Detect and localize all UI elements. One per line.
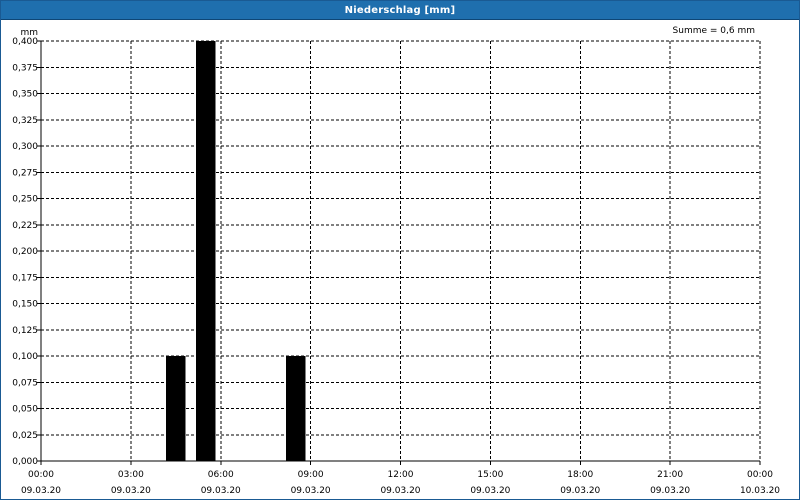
x-tick-time: 09:00 [298,470,324,480]
x-tick-date: 09.03.20 [380,486,420,496]
x-tick-date: 09.03.20 [201,486,241,496]
y-tick-label: 0,000 [12,457,38,467]
x-tick-time: 00:00 [747,470,773,480]
x-tick-time: 00:00 [28,470,54,480]
y-tick-label: 0,275 [12,168,38,178]
y-tick-label: 0,400 [12,37,38,47]
y-tick-label: 0,025 [12,431,38,441]
x-tick-date: 09.03.20 [470,486,510,496]
x-tick-date: 09.03.20 [291,486,331,496]
y-tick-label: 0,100 [12,352,38,362]
y-tick-label: 0,075 [12,378,38,388]
precipitation-bar [195,41,216,461]
y-tick-label: 0,325 [12,116,38,126]
y-tick-label: 0,300 [12,142,38,152]
x-tick-time: 03:00 [118,470,144,480]
y-tick-label: 0,225 [12,221,38,231]
x-tick-date: 10.03.20 [740,486,780,496]
y-tick-label: 0,200 [12,247,38,257]
precipitation-chart: 0,000 0,025 0,050 0,075 0,100 0,125 0,150 0,175… [12,28,780,496]
x-tick-time: 06:00 [208,470,234,480]
y-tick-label: 0,250 [12,195,38,205]
precipitation-bar [165,356,186,461]
precipitation-bar [285,356,306,461]
x-tick-time: 21:00 [657,470,683,480]
x-tick-date: 09.03.20 [21,486,61,496]
x-tick-date: 09.03.20 [560,486,600,496]
y-tick-label: 0,125 [12,326,38,336]
chart-window: Niederschlag [mm] Summe = 0,6 mm 0,000 0,… [0,0,800,500]
y-tick-label: 0,175 [12,273,38,283]
x-tick-time: 18:00 [567,470,593,480]
x-tick-time: 12:00 [388,470,414,480]
y-axis-unit: mm [20,28,38,38]
x-tick-date: 09.03.20 [650,486,690,496]
x-tick-time: 15:00 [477,470,503,480]
x-tick-date: 09.03.20 [111,486,151,496]
y-tick-label: 0,375 [12,63,38,73]
y-tick-label: 0,150 [12,300,38,310]
y-tick-label: 0,050 [12,405,38,415]
y-tick-label: 0,350 [12,90,38,100]
